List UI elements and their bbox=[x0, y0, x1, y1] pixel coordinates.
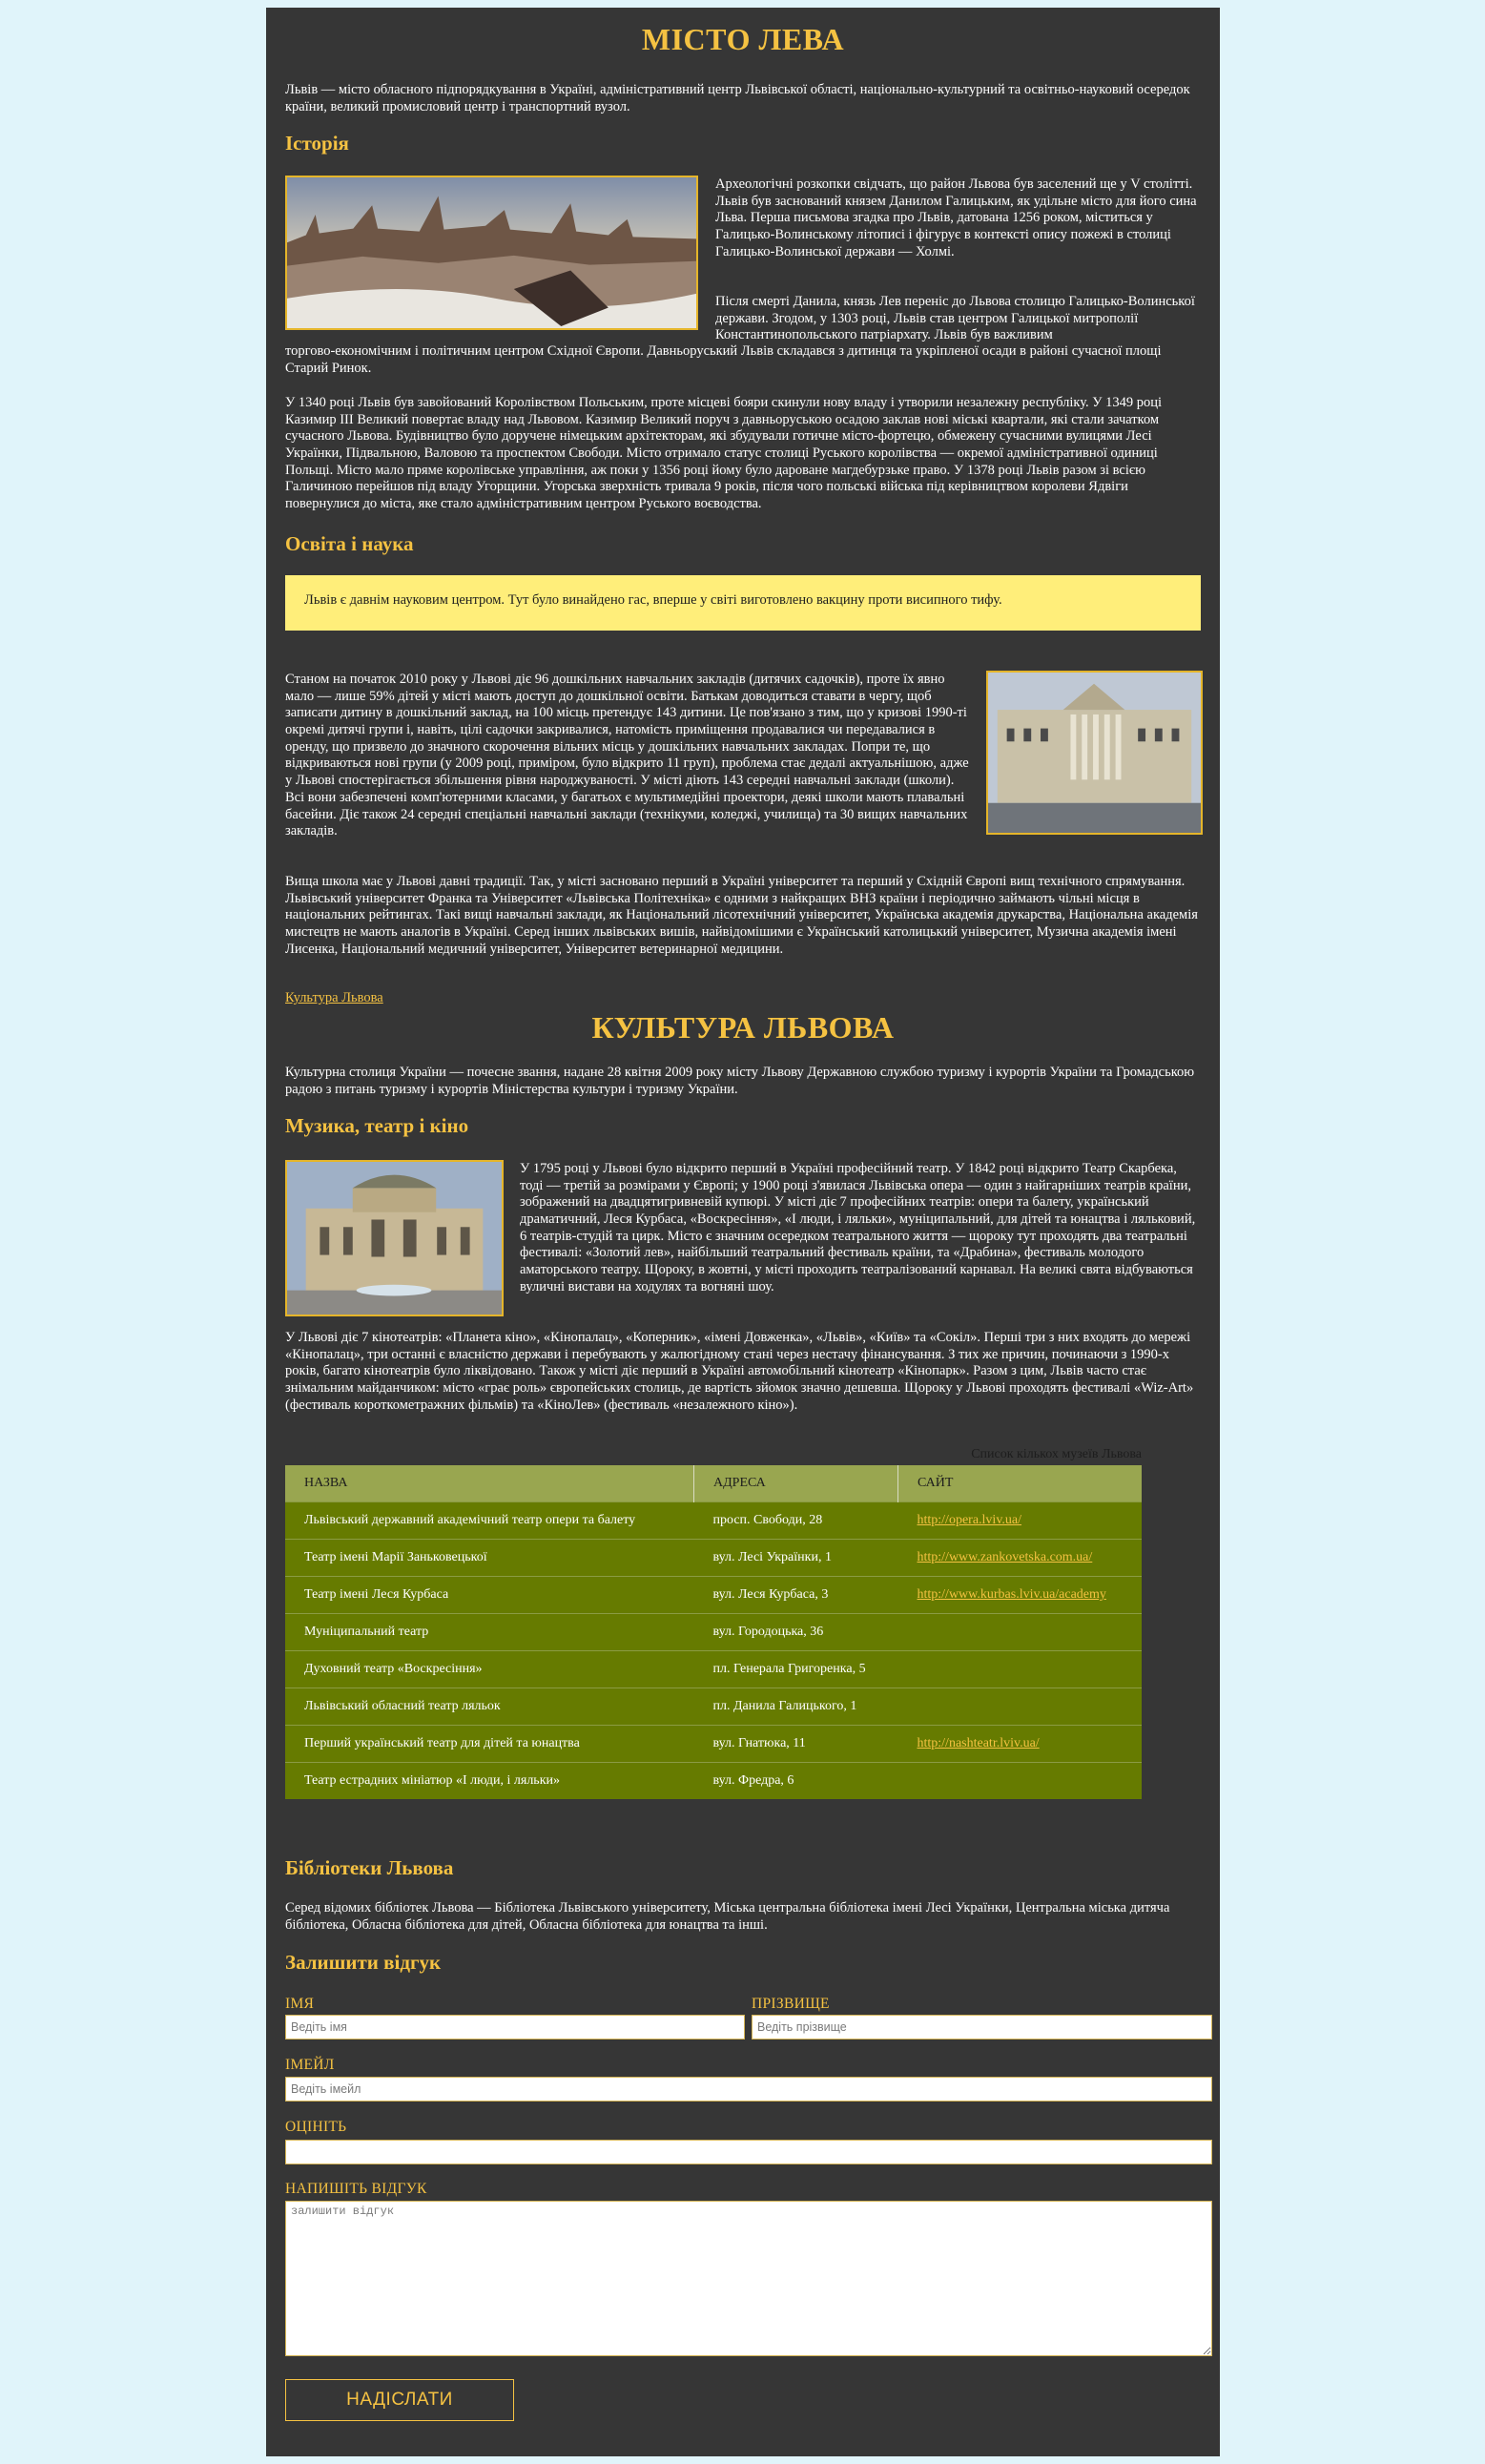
review-label: НАПИШІТЬ ВІДГУК bbox=[285, 2181, 427, 2197]
history-paragraph-2a: Після смерті Данила, князь Лев переніс д… bbox=[715, 294, 1195, 343]
review-textarea[interactable] bbox=[285, 2201, 1212, 2356]
table-row: Театр естрадних мініатюр «І люди, і ляль… bbox=[285, 1762, 1142, 1799]
submit-button[interactable]: НАДІСЛАТИ bbox=[285, 2379, 514, 2421]
history-heading: Історія bbox=[285, 132, 349, 155]
first-name-input[interactable] bbox=[285, 2015, 745, 2040]
cell-name: Театр імені Леся Курбаса bbox=[285, 1576, 694, 1614]
first-name-label: ІМЯ bbox=[285, 1996, 315, 2012]
table-row: Львівський державний академічний театр о… bbox=[285, 1501, 1142, 1540]
history-paragraph-2b: торгово-економічним і політичним центром… bbox=[285, 343, 1162, 376]
cell-name: Театр естрадних мініатюр «І люди, і ляль… bbox=[285, 1762, 694, 1799]
education-heading: Освіта і наука bbox=[285, 532, 414, 555]
history-paragraph-3: У 1340 році Львів був завойований Королі… bbox=[285, 395, 1163, 512]
last-name-label: ПРІЗВИЩЕ bbox=[752, 1996, 830, 2012]
site-link[interactable]: http://opera.lviv.ua/ bbox=[918, 1513, 1022, 1527]
site-link[interactable]: http://www.kurbas.lviv.ua/academy bbox=[918, 1587, 1106, 1602]
cell-name: Львівський державний академічний театр о… bbox=[285, 1501, 694, 1540]
libraries-heading: Бібліотеки Львова bbox=[285, 1856, 454, 1879]
table-row: Перший український театр для дітей та юн… bbox=[285, 1725, 1142, 1763]
cell-site bbox=[897, 1762, 1142, 1799]
music-heading: Музика, театр і кіно bbox=[285, 1114, 469, 1137]
culture-link[interactable]: Культура Львова bbox=[285, 990, 383, 1007]
content-panel: МІСТО ЛЕВА Львів — місто обласного підпо… bbox=[266, 8, 1220, 2456]
opera-house-image bbox=[285, 1160, 504, 1316]
cell-name: Духовний театр «Воскресіння» bbox=[285, 1650, 694, 1688]
column-header-site: САЙТ bbox=[897, 1465, 1142, 1502]
cell-name: Муніципальний театр bbox=[285, 1613, 694, 1651]
culture-title: КУЛЬТУРА ЛЬВОВА bbox=[591, 1010, 895, 1045]
cell-address: вул. Лесі Українки, 1 bbox=[693, 1539, 898, 1577]
column-header-address: АДРЕСА bbox=[693, 1465, 898, 1502]
cell-name: Перший український театр для дітей та юн… bbox=[285, 1725, 694, 1763]
cell-site bbox=[897, 1688, 1142, 1726]
table-row: Духовний театр «Воскресіння» пл. Генерал… bbox=[285, 1650, 1142, 1688]
table-caption: Список кількох музеїв Львова bbox=[971, 1447, 1142, 1461]
table-row: Львівський обласний театр ляльок пл. Дан… bbox=[285, 1688, 1142, 1726]
cell-site bbox=[897, 1613, 1142, 1651]
culture-intro: Культурна столиця України — почесне зван… bbox=[285, 1065, 1195, 1097]
site-link[interactable]: http://www.zankovetska.com.ua/ bbox=[918, 1550, 1093, 1564]
cell-site: http://opera.lviv.ua/ bbox=[897, 1501, 1142, 1540]
cell-name: Львівський обласний театр ляльок bbox=[285, 1688, 694, 1726]
libraries-text: Серед відомих бібліотек Львова — Бібліот… bbox=[285, 1900, 1170, 1933]
table-row: Театр імені Леся Курбаса вул. Леся Курба… bbox=[285, 1576, 1142, 1614]
last-name-input[interactable] bbox=[752, 2015, 1212, 2040]
cell-site: http://www.zankovetska.com.ua/ bbox=[897, 1539, 1142, 1577]
university-building-image bbox=[986, 671, 1203, 835]
page-title: МІСТО ЛЕВА bbox=[641, 22, 845, 56]
panorama-painting-image bbox=[285, 176, 698, 330]
email-label: ІМЕЙЛ bbox=[285, 2057, 335, 2073]
intro-text: Львів — місто обласного підпорядкування … bbox=[285, 82, 1190, 114]
cell-site: http://www.kurbas.lviv.ua/academy bbox=[897, 1576, 1142, 1614]
fact-callout: Львів є давнім науковим центром. Тут бул… bbox=[285, 575, 1201, 631]
cell-address: пл. Генерала Григоренка, 5 bbox=[693, 1650, 898, 1688]
music-paragraph-1: У 1795 році у Львові було відкрито перши… bbox=[520, 1161, 1196, 1294]
history-paragraph-1: Археологічні розкопки свідчать, що район… bbox=[715, 176, 1197, 259]
education-paragraph-2: Вища школа має у Львові давні традиції. … bbox=[285, 874, 1198, 957]
cell-address: вул. Городоцька, 36 bbox=[693, 1613, 898, 1651]
site-link[interactable]: http://nashteatr.lviv.ua/ bbox=[918, 1736, 1040, 1750]
cell-address: вул. Леся Курбаса, 3 bbox=[693, 1576, 898, 1614]
feedback-heading: Залишити відгук bbox=[285, 1951, 442, 1974]
cinema-paragraph: У Львові діє 7 кінотеатрів: «Планета кін… bbox=[285, 1330, 1194, 1413]
column-header-name: НАЗВА bbox=[285, 1465, 694, 1502]
cell-name: Театр імені Марії Заньковецької bbox=[285, 1539, 694, 1577]
rating-label: ОЦІНІТЬ bbox=[285, 2119, 347, 2135]
cell-address: вул. Фредра, 6 bbox=[693, 1762, 898, 1799]
email-input[interactable] bbox=[285, 2077, 1212, 2102]
education-paragraph-1: Станом на початок 2010 року у Львові діє… bbox=[285, 672, 969, 839]
cell-site: http://nashteatr.lviv.ua/ bbox=[897, 1725, 1142, 1763]
cell-address: вул. Гнатюка, 11 bbox=[693, 1725, 898, 1763]
theatres-table: НАЗВА АДРЕСА САЙТ Львівський державний а… bbox=[285, 1465, 1142, 1799]
cell-address: пл. Данила Галицького, 1 bbox=[693, 1688, 898, 1726]
table-row: Муніципальний театр вул. Городоцька, 36 bbox=[285, 1613, 1142, 1651]
cell-site bbox=[897, 1650, 1142, 1688]
rating-input[interactable] bbox=[285, 2140, 1212, 2164]
cell-address: просп. Свободи, 28 bbox=[693, 1501, 898, 1540]
table-row: Театр імені Марії Заньковецької вул. Лес… bbox=[285, 1539, 1142, 1577]
